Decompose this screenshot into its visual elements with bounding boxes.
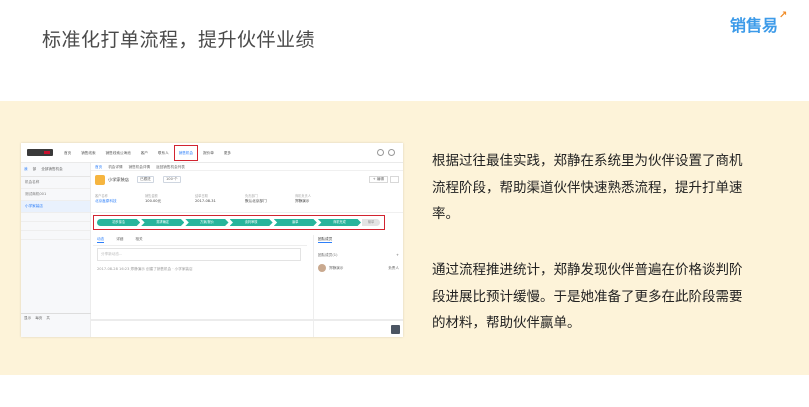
sidebar-pagination: 显示 每页 共 bbox=[21, 313, 91, 323]
sidebar-empty-row bbox=[21, 222, 90, 231]
chat-icon[interactable] bbox=[391, 325, 400, 334]
sidebar-tab-all[interactable]: 全部销售机会 bbox=[41, 167, 63, 172]
field-owner: 商机负责人 郑静演示 bbox=[295, 193, 355, 212]
tab-activity[interactable]: 动态 bbox=[97, 237, 105, 243]
field-value: 100.00元 bbox=[145, 199, 162, 203]
user-avatar-icon[interactable] bbox=[388, 149, 395, 156]
avatar bbox=[318, 264, 326, 272]
nav-home[interactable]: 首页 bbox=[59, 143, 76, 163]
sales-stage-bar: 初步接洽 需求确定 方案/报价 谈判审核 赢单 商机完成 输单 bbox=[93, 215, 385, 230]
sidebar-tab-dept[interactable]: 部 bbox=[33, 167, 37, 172]
field-value: 默认北京部门 bbox=[245, 199, 267, 203]
field-close-date: 结单日期 2017-08-31 bbox=[195, 193, 245, 212]
sidebar-header: 机会名称 bbox=[21, 177, 90, 189]
field-value[interactable]: 北京鑫原科技 bbox=[95, 199, 145, 204]
breadcrumb: 首页 机会详情 销售机会详情 返回销售机会列表 bbox=[91, 163, 403, 171]
opportunity-name: 小学家装店 bbox=[108, 177, 129, 182]
crm-logo bbox=[27, 149, 53, 156]
opportunity-icon bbox=[95, 175, 105, 185]
breadcrumb-item: 销售机会详情 bbox=[128, 165, 151, 169]
crm-screenshot: 首页 销售线索 销售线索公海池 客户 联系人 销售机会 报价单 更多 我 部 全… bbox=[21, 143, 403, 337]
brand-logo: 销售易 ↗ bbox=[730, 10, 788, 36]
back-to-list-link[interactable]: 返回销售机会列表 bbox=[156, 165, 185, 169]
breadcrumb-item[interactable]: 首页 bbox=[95, 165, 102, 169]
logo-arrow-icon: ↗ bbox=[779, 10, 788, 21]
field-account: 客户名称 北京鑫原科技 bbox=[95, 193, 145, 212]
sidebar-empty-row bbox=[21, 231, 90, 240]
horizontal-scrollbar[interactable] bbox=[91, 319, 403, 321]
add-member-button[interactable]: + bbox=[396, 253, 399, 258]
description-paragraph-1: 根据过往最佳实践，郑静在系统里为伙伴设置了商机流程阶段，帮助渠道伙伴快速熟悉流程… bbox=[432, 153, 743, 222]
tab-detail[interactable]: 详细 bbox=[116, 237, 123, 243]
activity-feed-entry: 2017-08-28 16:23 郑静演示 创建了销售机会 · 小学家装店 bbox=[97, 267, 193, 271]
notification-icon[interactable] bbox=[377, 149, 384, 156]
member-name: 郑静演示 bbox=[329, 265, 344, 270]
crm-main: 首页 机会详情 销售机会详情 返回销售机会列表 小学家装店 已跟进 100·个 … bbox=[91, 163, 403, 337]
field-label: 客户名称 bbox=[95, 194, 108, 198]
team-tab[interactable]: 团队成员 bbox=[318, 237, 333, 243]
field-label: 商机负责人 bbox=[295, 194, 311, 198]
field-label: 负责部门 bbox=[245, 194, 258, 198]
member-role: 负责人 bbox=[388, 265, 399, 270]
quantity-pill[interactable]: 100·个 bbox=[163, 176, 181, 183]
sidebar-item-selected[interactable]: 小学家装店 bbox=[21, 201, 90, 213]
field-value: 郑静演示 bbox=[295, 199, 310, 203]
stage-step-lost[interactable]: 输单 bbox=[362, 219, 381, 226]
pagination-label: 每页 bbox=[35, 316, 43, 320]
key-fields: 客户名称 北京鑫原科技 销售金额 100.00元 结单日期 2017-08-31 负责… bbox=[91, 193, 403, 213]
nav-more[interactable]: 更多 bbox=[219, 143, 236, 163]
activity-compose-input[interactable]: 分享新动态... bbox=[97, 248, 301, 261]
field-label: 销售金额 bbox=[145, 194, 158, 198]
team-panel: 团队成员 团队成员(1) + 郑静演示 负责人 bbox=[313, 235, 403, 337]
field-value: 2017-08-31 bbox=[195, 199, 216, 203]
more-actions-button[interactable] bbox=[390, 176, 399, 183]
tab-related[interactable]: 相关 bbox=[135, 237, 142, 243]
nav-opportunities[interactable]: 销售机会 bbox=[173, 145, 199, 161]
nav-leads[interactable]: 销售线索 bbox=[76, 143, 100, 163]
edit-button[interactable]: + 编辑 bbox=[368, 176, 388, 183]
stage-step[interactable]: 方案/报价 bbox=[185, 219, 229, 226]
pagination-label: 显示 bbox=[24, 316, 32, 320]
field-dept: 负责部门 默认北京部门 bbox=[245, 193, 295, 212]
field-amount: 销售金额 100.00元 bbox=[145, 193, 195, 212]
stage-step[interactable]: 商机完成 bbox=[317, 219, 362, 226]
crm-top-nav: 首页 销售线索 销售线索公海池 客户 联系人 销售机会 报价单 更多 bbox=[21, 143, 403, 163]
pagination-label: 共 bbox=[46, 316, 50, 320]
nav-lead-pool[interactable]: 销售线索公海池 bbox=[101, 143, 136, 163]
nav-quotes[interactable]: 报价单 bbox=[198, 143, 219, 163]
nav-accounts[interactable]: 客户 bbox=[136, 143, 153, 163]
stage-step[interactable]: 赢单 bbox=[273, 219, 317, 226]
crm-sidebar: 我 部 全部销售机会 机会名称 测试商机001 小学家装店 显示 每页 共 bbox=[21, 163, 91, 337]
stage-step[interactable]: 需求确定 bbox=[141, 219, 185, 226]
description-paragraph-2: 通过流程推进统计，郑静发现伙伴普遍在价格谈判阶段进展比预计缓慢。于是她准备了更多… bbox=[432, 262, 743, 331]
crm-nav-menu: 首页 销售线索 销售线索公海池 客户 联系人 销售机会 报价单 更多 bbox=[59, 143, 236, 163]
breadcrumb-item[interactable]: 机会详情 bbox=[108, 165, 122, 169]
nav-contacts[interactable]: 联系人 bbox=[153, 143, 174, 163]
opportunity-header: 小学家装店 已跟进 100·个 + 编辑 bbox=[91, 171, 403, 193]
logo-text: 销售易 bbox=[730, 16, 779, 35]
sidebar-tab-mine[interactable]: 我 bbox=[24, 167, 28, 172]
sidebar-item[interactable]: 测试商机001 bbox=[21, 189, 90, 201]
slide-title: 标准化打单流程，提升伙伴业绩 bbox=[42, 29, 316, 51]
team-count: 团队成员(1) bbox=[318, 253, 338, 257]
detail-tabs: 动态 详细 相关 bbox=[93, 235, 307, 246]
field-label: 结单日期 bbox=[195, 194, 208, 198]
team-member[interactable]: 郑静演示 负责人 bbox=[318, 264, 399, 272]
follow-status-pill[interactable]: 已跟进 bbox=[137, 176, 154, 183]
stage-step[interactable]: 初步接洽 bbox=[97, 219, 141, 226]
sidebar-empty-row bbox=[21, 213, 90, 222]
stage-step[interactable]: 谈判审核 bbox=[229, 219, 273, 226]
